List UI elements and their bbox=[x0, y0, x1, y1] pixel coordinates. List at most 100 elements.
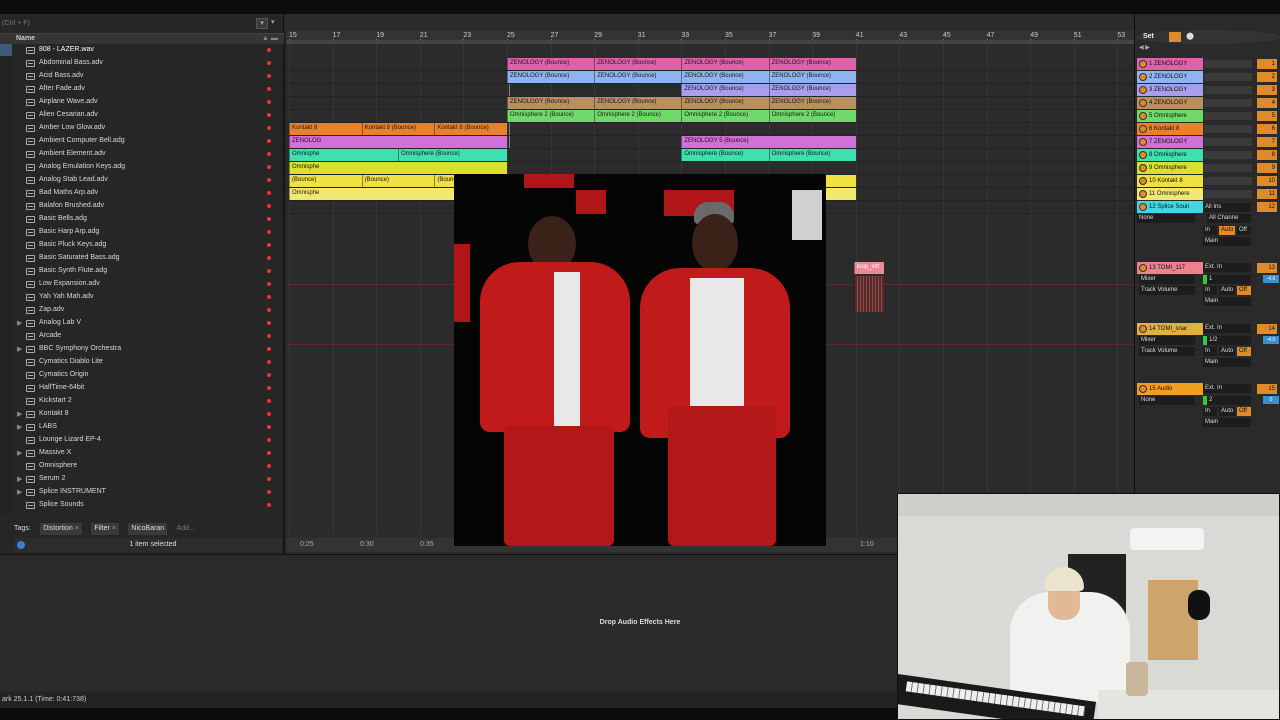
clip[interactable]: (Bounce) bbox=[289, 175, 362, 187]
tag-nicobaran[interactable]: NicoBaran bbox=[128, 523, 168, 535]
clip[interactable]: ZENOLOG bbox=[289, 136, 507, 148]
monitor-in[interactable]: In bbox=[1203, 347, 1217, 356]
lock-icon[interactable]: ⬤ bbox=[1185, 32, 1195, 42]
output-select[interactable]: Main bbox=[1203, 358, 1251, 367]
monitor-auto[interactable]: Auto bbox=[1219, 286, 1235, 295]
list-item[interactable]: Alien Cesarian.adv bbox=[14, 109, 282, 122]
folder-item[interactable]: Omnisphere bbox=[14, 460, 282, 473]
mixer-track-title[interactable]: 3 ZENOLOGY bbox=[1137, 84, 1203, 96]
clip[interactable]: Omnisphere 2 (Bounce) bbox=[681, 110, 769, 122]
track-slot[interactable] bbox=[1203, 137, 1253, 147]
folder-item[interactable]: ▶ Kontakt 8 bbox=[14, 408, 282, 421]
mixer-track-title[interactable]: 1 ZENOLOGY bbox=[1137, 58, 1203, 70]
tag-add[interactable]: Add... bbox=[177, 523, 195, 535]
volume-value[interactable]: -4.0 bbox=[1263, 275, 1279, 283]
mixer-track-title[interactable]: 5 Omnisphere bbox=[1137, 110, 1203, 122]
track-activator[interactable] bbox=[1139, 177, 1147, 185]
track-slot[interactable] bbox=[1203, 124, 1253, 134]
list-item[interactable]: Ambient Computer Bell.adg bbox=[14, 135, 282, 148]
track-activator[interactable] bbox=[1139, 73, 1147, 81]
list-item[interactable]: Basic Synth Flute.adg bbox=[14, 265, 282, 278]
track-activator[interactable] bbox=[1139, 164, 1147, 172]
chevron-right-icon[interactable]: ▶ bbox=[17, 345, 22, 353]
list-item[interactable]: Yah Yah Mah.adv bbox=[14, 291, 282, 304]
track-slot[interactable] bbox=[1203, 176, 1253, 186]
track-number[interactable]: 14 bbox=[1257, 324, 1277, 334]
clip[interactable]: ZENOLOGY (Bounce) bbox=[768, 84, 856, 96]
sidebar-selection[interactable] bbox=[0, 44, 12, 56]
track-number[interactable]: 13 bbox=[1257, 263, 1277, 273]
track-slot[interactable] bbox=[1203, 111, 1253, 121]
close-icon[interactable]: × bbox=[75, 525, 79, 532]
clip[interactable]: ZENOLOGY (Bounce) bbox=[594, 58, 682, 70]
mixer-track-title[interactable]: 2 ZENOLOGY bbox=[1137, 71, 1203, 83]
track-activator[interactable] bbox=[1139, 112, 1147, 120]
track-activator[interactable] bbox=[1139, 60, 1147, 68]
set-label[interactable]: Set bbox=[1143, 33, 1154, 40]
input-source-select[interactable]: Mixer bbox=[1139, 336, 1195, 345]
close-icon[interactable]: × bbox=[112, 525, 116, 532]
search-hint[interactable]: (Ctrl + F) bbox=[2, 20, 30, 27]
clip[interactable]: Omnisphere (Bounce) bbox=[681, 149, 769, 161]
list-item[interactable]: Low Expansion.adv bbox=[14, 278, 282, 291]
chevron-right-icon[interactable]: ▶ bbox=[17, 475, 22, 483]
track-activator[interactable] bbox=[1139, 385, 1147, 393]
track-number[interactable]: 5 bbox=[1257, 111, 1277, 121]
monitor-auto[interactable]: Auto bbox=[1219, 226, 1235, 235]
clip[interactable]: Kontakt 8 (Bounce) bbox=[361, 123, 435, 135]
track-number[interactable]: 4 bbox=[1257, 98, 1277, 108]
list-item[interactable]: Analog Stab Lead.adv bbox=[14, 174, 282, 187]
chevron-right-icon[interactable]: ▶ bbox=[17, 423, 22, 431]
clip[interactable]: ZENOLOGY (Bounce) bbox=[768, 97, 856, 109]
list-item[interactable]: Basic Saturated Bass.adg bbox=[14, 252, 282, 265]
list-item[interactable]: Abdominal Bass.adv bbox=[14, 57, 282, 70]
track-number[interactable]: 12 bbox=[1257, 202, 1277, 212]
list-item[interactable]: Bad Maths Arp.adv bbox=[14, 187, 282, 200]
monitor-auto[interactable]: Auto bbox=[1219, 407, 1235, 416]
list-item[interactable]: Analog Emulation Keys.adg bbox=[14, 161, 282, 174]
clip[interactable]: ZENOLOGY (Bounce) bbox=[507, 71, 595, 83]
input-channel-select[interactable]: 1 bbox=[1207, 275, 1251, 284]
track-activator[interactable] bbox=[1139, 325, 1147, 333]
chevron-right-icon[interactable]: ▶ bbox=[17, 449, 22, 457]
tag-filter[interactable]: Filter × bbox=[91, 523, 119, 535]
track-number[interactable]: 10 bbox=[1257, 176, 1277, 186]
list-item[interactable]: Airplane Wave.adv bbox=[14, 96, 282, 109]
input-channel-select[interactable]: All Channe bbox=[1207, 214, 1251, 223]
input-channel-select[interactable]: 1/2 bbox=[1207, 336, 1251, 345]
folder-item[interactable]: Kickstart 2 bbox=[14, 395, 282, 408]
track-number[interactable]: 9 bbox=[1257, 163, 1277, 173]
input-type-select[interactable]: Ext. In bbox=[1203, 263, 1251, 272]
list-item[interactable]: Acid Bass.adv bbox=[14, 70, 282, 83]
clip[interactable]: ZENOLOGY (Bounce) bbox=[768, 71, 856, 83]
chevron-down-icon[interactable]: ▾ bbox=[271, 18, 275, 26]
track-activator[interactable] bbox=[1139, 138, 1147, 146]
track-slot[interactable] bbox=[1203, 163, 1253, 173]
mixer-track-title[interactable]: 4 ZENOLOGY bbox=[1137, 97, 1203, 109]
mixer-track-title[interactable]: 15 Audio bbox=[1137, 383, 1203, 395]
filter-view-button[interactable]: ▾ bbox=[256, 18, 268, 29]
monitor-auto[interactable]: Auto bbox=[1219, 347, 1235, 356]
input-type-select[interactable]: Ext. In bbox=[1203, 324, 1251, 333]
folder-item[interactable]: Splice Sounds bbox=[14, 499, 282, 512]
sort-arrow-icon[interactable]: ▲ ▬ bbox=[262, 35, 278, 42]
clip[interactable]: Omnisphere (Bounce) bbox=[768, 149, 856, 161]
chevron-right-icon[interactable]: ▶ bbox=[17, 319, 22, 327]
chevron-right-icon[interactable]: ▶ bbox=[17, 410, 22, 418]
input-channel-select[interactable]: 2 bbox=[1207, 396, 1251, 405]
track-activator[interactable] bbox=[1139, 125, 1147, 133]
clip[interactable]: Omnisphere 2 (Bounce) bbox=[507, 110, 595, 122]
monitor-off[interactable]: Off bbox=[1237, 286, 1251, 295]
clip[interactable]: ZENOLOGY (Bounce) bbox=[594, 71, 682, 83]
track-slot[interactable] bbox=[1203, 98, 1253, 108]
monitor-in[interactable]: In bbox=[1203, 226, 1217, 235]
monitor-in[interactable]: In bbox=[1203, 407, 1217, 416]
mixer-track-title[interactable]: 13 TOMI_117 bbox=[1137, 262, 1203, 274]
input-type-select[interactable]: All Ins bbox=[1203, 203, 1251, 212]
list-item[interactable]: Ambient Element.adv bbox=[14, 148, 282, 161]
folder-item[interactable]: Cymatics Diablo Lite bbox=[14, 356, 282, 369]
monitor-in[interactable]: In bbox=[1203, 286, 1217, 295]
pencil-icon[interactable] bbox=[1169, 32, 1181, 42]
clip[interactable]: ZENOLOGY (Bounce) bbox=[681, 97, 769, 109]
clip[interactable]: Omnisphe bbox=[289, 149, 398, 161]
